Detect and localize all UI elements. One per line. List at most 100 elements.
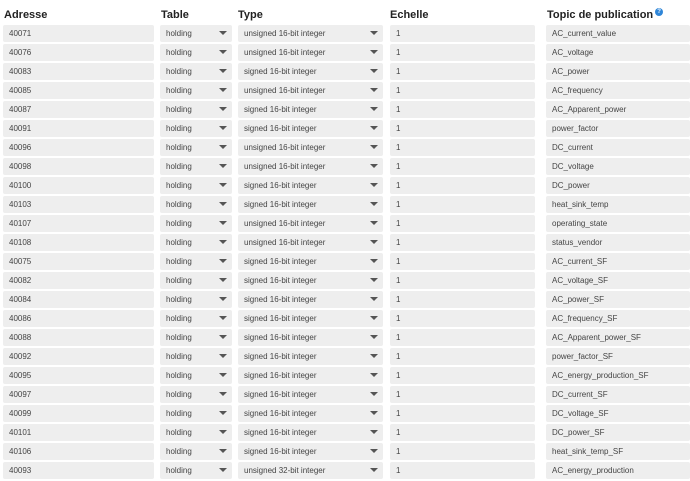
table-select[interactable]: holding	[160, 101, 232, 118]
type-select[interactable]: unsigned 16-bit integer	[238, 82, 383, 99]
address-input[interactable]: 40088	[3, 329, 154, 346]
scale-input[interactable]: 1	[390, 101, 535, 118]
type-select[interactable]: unsigned 16-bit integer	[238, 158, 383, 175]
type-select[interactable]: unsigned 16-bit integer	[238, 44, 383, 61]
address-input[interactable]: 40107	[3, 215, 154, 232]
topic-input[interactable]: AC_power_SF	[546, 291, 690, 308]
address-input[interactable]: 40076	[3, 44, 154, 61]
table-select[interactable]: holding	[160, 158, 232, 175]
scale-input[interactable]: 1	[390, 177, 535, 194]
scale-input[interactable]: 1	[390, 196, 535, 213]
table-select[interactable]: holding	[160, 405, 232, 422]
scale-input[interactable]: 1	[390, 158, 535, 175]
topic-input[interactable]: DC_voltage	[546, 158, 690, 175]
address-input[interactable]: 40087	[3, 101, 154, 118]
topic-input[interactable]: operating_state	[546, 215, 690, 232]
topic-input[interactable]: DC_voltage_SF	[546, 405, 690, 422]
table-select[interactable]: holding	[160, 386, 232, 403]
scale-input[interactable]: 1	[390, 291, 535, 308]
table-select[interactable]: holding	[160, 272, 232, 289]
table-select[interactable]: holding	[160, 310, 232, 327]
scale-input[interactable]: 1	[390, 443, 535, 460]
topic-input[interactable]: DC_power_SF	[546, 424, 690, 441]
type-select[interactable]: signed 16-bit integer	[238, 177, 383, 194]
type-select[interactable]: signed 16-bit integer	[238, 405, 383, 422]
address-input[interactable]: 40098	[3, 158, 154, 175]
topic-input[interactable]: AC_energy_production_SF	[546, 367, 690, 384]
table-select[interactable]: holding	[160, 367, 232, 384]
table-select[interactable]: holding	[160, 177, 232, 194]
table-select[interactable]: holding	[160, 25, 232, 42]
table-select[interactable]: holding	[160, 348, 232, 365]
table-select[interactable]: holding	[160, 443, 232, 460]
address-input[interactable]: 40075	[3, 253, 154, 270]
address-input[interactable]: 40092	[3, 348, 154, 365]
address-input[interactable]: 40085	[3, 82, 154, 99]
type-select[interactable]: signed 16-bit integer	[238, 443, 383, 460]
topic-input[interactable]: DC_power	[546, 177, 690, 194]
topic-input[interactable]: heat_sink_temp	[546, 196, 690, 213]
topic-input[interactable]: AC_current_SF	[546, 253, 690, 270]
scale-input[interactable]: 1	[390, 253, 535, 270]
scale-input[interactable]: 1	[390, 424, 535, 441]
type-select[interactable]: unsigned 16-bit integer	[238, 25, 383, 42]
topic-input[interactable]: AC_Apparent_power	[546, 101, 690, 118]
type-select[interactable]: signed 16-bit integer	[238, 101, 383, 118]
scale-input[interactable]: 1	[390, 348, 535, 365]
address-input[interactable]: 40099	[3, 405, 154, 422]
scale-input[interactable]: 1	[390, 234, 535, 251]
address-input[interactable]: 40101	[3, 424, 154, 441]
table-select[interactable]: holding	[160, 253, 232, 270]
scale-input[interactable]: 1	[390, 462, 535, 479]
topic-input[interactable]: AC_voltage_SF	[546, 272, 690, 289]
scale-input[interactable]: 1	[390, 272, 535, 289]
table-select[interactable]: holding	[160, 44, 232, 61]
topic-input[interactable]: heat_sink_temp_SF	[546, 443, 690, 460]
topic-input[interactable]: DC_current_SF	[546, 386, 690, 403]
scale-input[interactable]: 1	[390, 386, 535, 403]
table-select[interactable]: holding	[160, 215, 232, 232]
scale-input[interactable]: 1	[390, 139, 535, 156]
table-select[interactable]: holding	[160, 424, 232, 441]
topic-input[interactable]: AC_Apparent_power_SF	[546, 329, 690, 346]
topic-input[interactable]: power_factor_SF	[546, 348, 690, 365]
address-input[interactable]: 40093	[3, 462, 154, 479]
topic-input[interactable]: power_factor	[546, 120, 690, 137]
type-select[interactable]: signed 16-bit integer	[238, 196, 383, 213]
scale-input[interactable]: 1	[390, 329, 535, 346]
type-select[interactable]: signed 16-bit integer	[238, 367, 383, 384]
type-select[interactable]: signed 16-bit integer	[238, 253, 383, 270]
scale-input[interactable]: 1	[390, 367, 535, 384]
table-select[interactable]: holding	[160, 120, 232, 137]
table-select[interactable]: holding	[160, 82, 232, 99]
type-select[interactable]: unsigned 32-bit integer	[238, 462, 383, 479]
type-select[interactable]: signed 16-bit integer	[238, 348, 383, 365]
table-select[interactable]: holding	[160, 462, 232, 479]
type-select[interactable]: signed 16-bit integer	[238, 386, 383, 403]
type-select[interactable]: signed 16-bit integer	[238, 329, 383, 346]
address-input[interactable]: 40083	[3, 63, 154, 80]
scale-input[interactable]: 1	[390, 215, 535, 232]
table-select[interactable]: holding	[160, 291, 232, 308]
topic-input[interactable]: AC_energy_production	[546, 462, 690, 479]
address-input[interactable]: 40071	[3, 25, 154, 42]
topic-input[interactable]: AC_power	[546, 63, 690, 80]
scale-input[interactable]: 1	[390, 310, 535, 327]
table-select[interactable]: holding	[160, 63, 232, 80]
topic-input[interactable]: AC_frequency_SF	[546, 310, 690, 327]
address-input[interactable]: 40097	[3, 386, 154, 403]
address-input[interactable]: 40091	[3, 120, 154, 137]
address-input[interactable]: 40095	[3, 367, 154, 384]
table-select[interactable]: holding	[160, 196, 232, 213]
type-select[interactable]: unsigned 16-bit integer	[238, 215, 383, 232]
type-select[interactable]: unsigned 16-bit integer	[238, 139, 383, 156]
scale-input[interactable]: 1	[390, 44, 535, 61]
topic-input[interactable]: DC_current	[546, 139, 690, 156]
address-input[interactable]: 40108	[3, 234, 154, 251]
address-input[interactable]: 40084	[3, 291, 154, 308]
type-select[interactable]: signed 16-bit integer	[238, 272, 383, 289]
topic-input[interactable]: AC_current_value	[546, 25, 690, 42]
table-select[interactable]: holding	[160, 329, 232, 346]
scale-input[interactable]: 1	[390, 82, 535, 99]
address-input[interactable]: 40086	[3, 310, 154, 327]
